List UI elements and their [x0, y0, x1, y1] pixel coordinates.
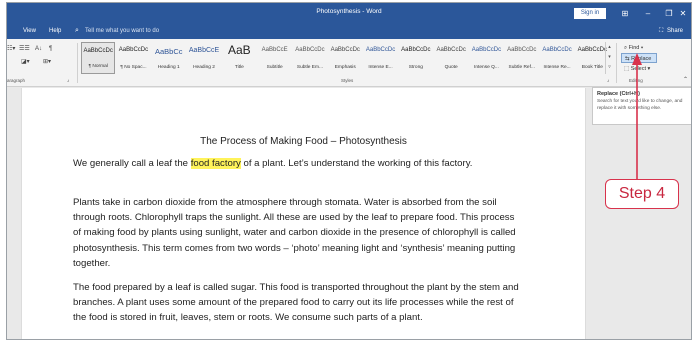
style-sample: AaBbCcDc [330, 47, 360, 53]
word-window: Photosynthesis - Word Sign in ⊞ – ❐ ✕ Vi… [6, 2, 692, 340]
borders-icon[interactable]: ⊞▾ [43, 59, 51, 66]
style-sample: AaB [227, 43, 251, 57]
sort-icon[interactable]: A↓ [35, 46, 42, 53]
style-tile[interactable]: AaBbCcE Heading 2 [187, 42, 221, 74]
style-name: Subtitle [266, 65, 283, 70]
highlighted-text: food factory [190, 158, 241, 169]
style-name: Title [234, 65, 244, 70]
group-label-styles: Styles [341, 78, 354, 83]
group-label-paragraph: aragraph [7, 78, 26, 83]
document-margin [7, 88, 21, 339]
style-name: Strong [408, 65, 423, 70]
paragraph: The food prepared by a leaf is called su… [73, 282, 519, 324]
style-name: Heading 2 [193, 65, 215, 70]
paragraph: Plants take in carbon dioxide from the a… [73, 197, 516, 269]
indent-icon[interactable]: ☰☰ [19, 46, 30, 53]
paragraph: We generally call a leaf the food factor… [73, 156, 523, 171]
style-sample: AaBbCc [154, 47, 183, 56]
step-callout: Step 4 [605, 179, 679, 209]
document-page[interactable]: The Process of Making Food – Photosynthe… [21, 88, 586, 339]
style-sample: AaBbCcDc [365, 47, 396, 53]
tab-help[interactable]: Help [49, 28, 61, 34]
ribbon: ☷▾ ☰☰ A↓ ¶ ◪▾ ⊞▾ aragraph ⌟ AaBbCcDc ¶ No… [7, 39, 691, 87]
style-name: ¶ Normal [88, 64, 108, 69]
title-bar: Photosynthesis - Word Sign in ⊞ – ❐ ✕ [7, 3, 691, 25]
style-tile[interactable]: AaBbCc Heading 1 [152, 42, 186, 74]
style-sample: AaBbCcDc [471, 47, 502, 53]
paragraph-launcher-icon[interactable]: ⌟ [67, 77, 69, 84]
style-tile[interactable]: AaBbCcDc Intense Q... [469, 42, 503, 74]
ribbon-tab-row: View Help ⌕ Tell me what you want to do … [7, 25, 691, 39]
style-name: Heading 1 [157, 65, 180, 70]
close-icon[interactable]: ✕ [672, 6, 691, 21]
group-divider [77, 43, 78, 83]
minimize-icon[interactable]: – [637, 6, 659, 21]
style-name: Emphasis [334, 65, 356, 70]
style-sample: AaBbCcDc [542, 47, 572, 53]
sign-in-button[interactable]: Sign in [574, 8, 606, 19]
style-name: Subtle Ref... [508, 65, 535, 70]
document-heading: The Process of Making Food – Photosynthe… [200, 136, 407, 147]
style-name: Intense Q... [474, 65, 499, 70]
style-tile[interactable]: AaBbCcDc Emphasis [328, 42, 362, 74]
style-tile[interactable]: AaBbCcDc Quote [434, 42, 468, 74]
style-tile[interactable]: AaBbCcDc Subtle Em... [293, 42, 327, 74]
share-icon: ⛶ [659, 28, 664, 34]
style-sample: AaBbCcDc [436, 47, 466, 53]
gallery-scroll-buttons[interactable]: ▴ ▾ ▿ [605, 42, 613, 74]
ribbon-display-options-icon[interactable]: ⊞ [614, 6, 636, 21]
style-sample: AaBbCcDc [83, 48, 113, 54]
style-sample: AaBbCcDc [401, 47, 431, 53]
style-tile[interactable]: AaBbCcDc Strong [399, 42, 433, 74]
style-tile[interactable]: AaBbCcE Subtitle [258, 42, 292, 74]
callout-arrow [632, 53, 642, 183]
group-divider [616, 43, 617, 83]
share-button[interactable]: Share [667, 28, 683, 34]
style-tile[interactable]: AaB Title [222, 42, 256, 74]
style-tile[interactable]: AaBbCcDc ¶ No Spac... [116, 42, 150, 74]
style-sample: AaBbCcDc [295, 47, 325, 53]
style-tile[interactable]: AaBbCcDc ¶ Normal [81, 42, 116, 74]
collapse-ribbon-icon[interactable]: ⌃ [683, 77, 688, 84]
paragraph-text: We generally call a leaf the [73, 158, 191, 169]
show-formatting-icon[interactable]: ¶ [49, 46, 52, 53]
tab-view[interactable]: View [23, 28, 36, 34]
style-tile[interactable]: AaBbCcDc Intense E... [363, 42, 397, 74]
styles-launcher-icon[interactable]: ⌟ [607, 77, 609, 84]
style-sample: AaBbCcE [261, 47, 288, 53]
search-icon: ⌕ [75, 27, 79, 34]
style-tile[interactable]: AaBbCcDc Subtle Ref... [505, 42, 539, 74]
tell-me-input[interactable]: Tell me what you want to do [85, 28, 159, 34]
style-sample: AaBbCcE [188, 47, 220, 54]
style-name: Quote [444, 65, 458, 70]
paragraph-text: of a plant. Let’s understand the working… [240, 158, 473, 169]
style-name: Intense E... [368, 65, 393, 70]
style-sample: AaBbCcDc [118, 47, 149, 53]
style-name: Intense Re... [543, 65, 571, 70]
style-name: ¶ No Spac... [120, 65, 147, 70]
style-sample: AaBbCcDc [507, 47, 537, 53]
shading-icon[interactable]: ◪▾ [21, 59, 30, 66]
styles-gallery: AaBbCcDc ¶ Normal AaBbCcDc ¶ No Spac... AaBb… [81, 42, 611, 76]
style-tile[interactable]: AaBbCcDc Intense Re... [540, 42, 574, 74]
bullets-icon[interactable]: ☷▾ [7, 46, 15, 53]
style-name: Subtle Em... [296, 65, 324, 70]
